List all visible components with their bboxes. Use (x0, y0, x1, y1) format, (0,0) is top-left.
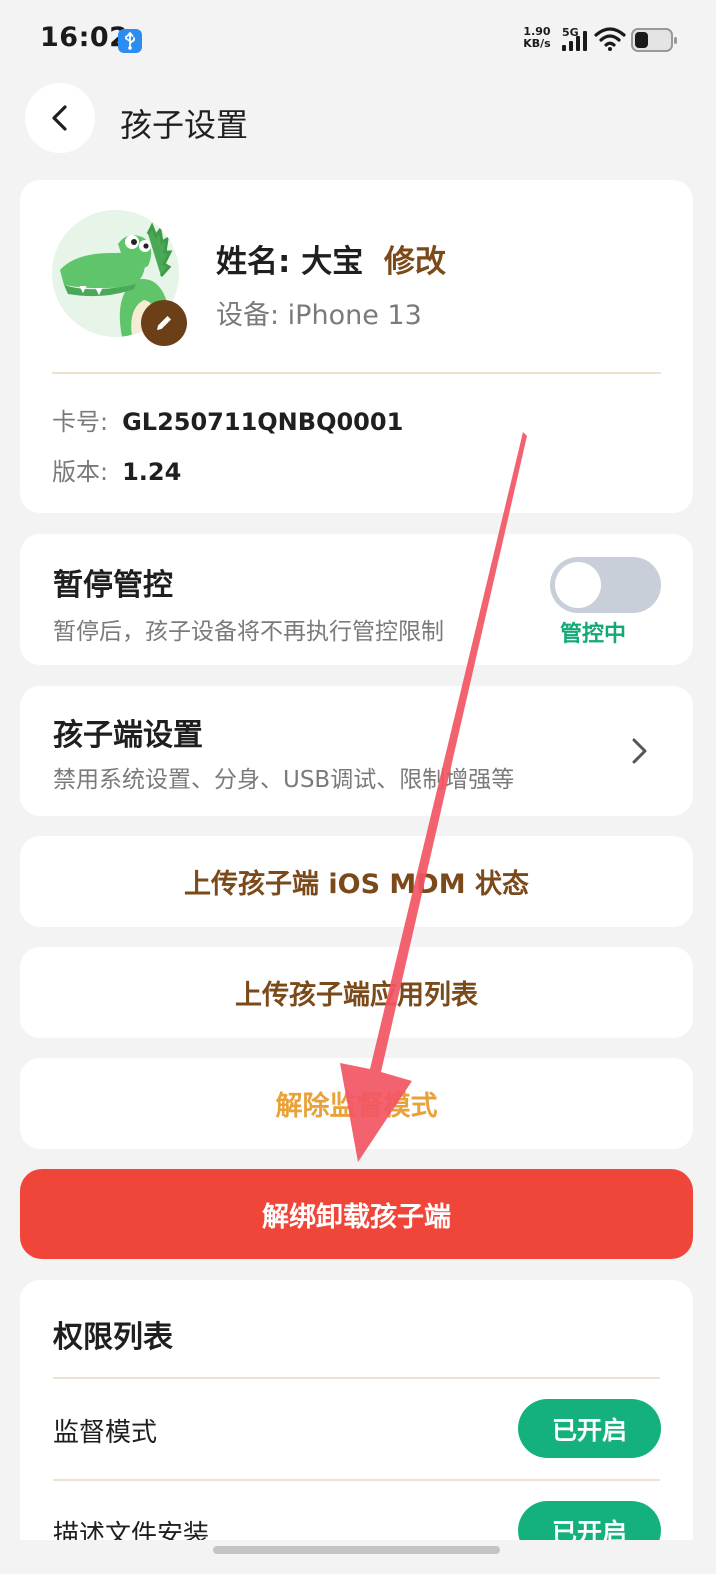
toggle-status-label: 管控中 (560, 622, 627, 647)
version-value: 1.24 (122, 458, 182, 486)
permission-status-badge[interactable]: 已开启 (518, 1399, 661, 1458)
pencil-icon (157, 316, 171, 330)
profile-card: 姓名: 大宝 修改 设备: iPhone 13 卡号: GL250711QNBQ0… (20, 180, 693, 513)
permission-label: 描述文件安装 (53, 1520, 210, 1540)
status-bar: 16:02 1.90 KB/s 5G (0, 0, 716, 80)
chevron-left-icon (52, 105, 67, 131)
child-settings-item[interactable]: 孩子端设置 禁用系统设置、分身、USB调试、限制增强等 (20, 686, 693, 816)
pause-control-description: 暂停后，孩子设备将不再执行管控限制 (53, 619, 444, 645)
modify-name-link[interactable]: 修改 (384, 236, 446, 281)
avatar-edit-button[interactable] (141, 300, 187, 346)
upload-app-list-button[interactable]: 上传孩子端应用列表 (20, 947, 693, 1038)
page-title: 孩子设置 (120, 106, 249, 144)
device-model: 设备: iPhone 13 (216, 300, 422, 331)
network-type: 5G (562, 26, 579, 39)
permissions-title: 权限列表 (53, 1320, 173, 1355)
net-speed: 1.90 KB/s (521, 26, 553, 50)
pause-control-title: 暂停管控 (53, 568, 173, 603)
back-button[interactable] (25, 83, 95, 153)
card-number-value: GL250711QNBQ0001 (122, 408, 404, 436)
divider (53, 1479, 660, 1481)
battery-icon (631, 28, 677, 52)
status-time: 16:02 (40, 22, 129, 53)
permission-label: 监督模式 (53, 1418, 158, 1448)
toggle-knob (555, 562, 601, 608)
card-number-row: 卡号: GL250711QNBQ0001 (52, 402, 403, 437)
divider (53, 1377, 660, 1379)
net-speed-unit: KB/s (523, 37, 551, 50)
usb-icon (118, 29, 142, 53)
remove-supervision-button[interactable]: 解除监督模式 (20, 1058, 693, 1149)
wifi-icon (594, 26, 626, 56)
permissions-card: 权限列表 监督模式 已开启 描述文件安装 已开启 (20, 1280, 693, 1540)
divider (52, 372, 661, 374)
child-name: 姓名: 大宝 (216, 244, 364, 280)
chevron-right-icon (632, 738, 647, 764)
pause-control-card: 暂停管控 暂停后，孩子设备将不再执行管控限制 管控中 (20, 534, 693, 665)
pause-control-toggle[interactable] (550, 557, 661, 613)
signal-icon: 5G (561, 26, 591, 57)
child-settings-title: 孩子端设置 (53, 718, 203, 753)
home-indicator (213, 1546, 500, 1554)
unbind-uninstall-button[interactable]: 解绑卸载孩子端 (20, 1169, 693, 1259)
upload-mdm-status-button[interactable]: 上传孩子端 iOS MDM 状态 (20, 836, 693, 927)
permission-status-badge[interactable]: 已开启 (518, 1501, 661, 1540)
card-number-label: 卡号: (52, 408, 109, 436)
version-row: 版本: 1.24 (52, 452, 181, 487)
child-settings-description: 禁用系统设置、分身、USB调试、限制增强等 (53, 767, 515, 793)
version-label: 版本: (52, 458, 109, 486)
